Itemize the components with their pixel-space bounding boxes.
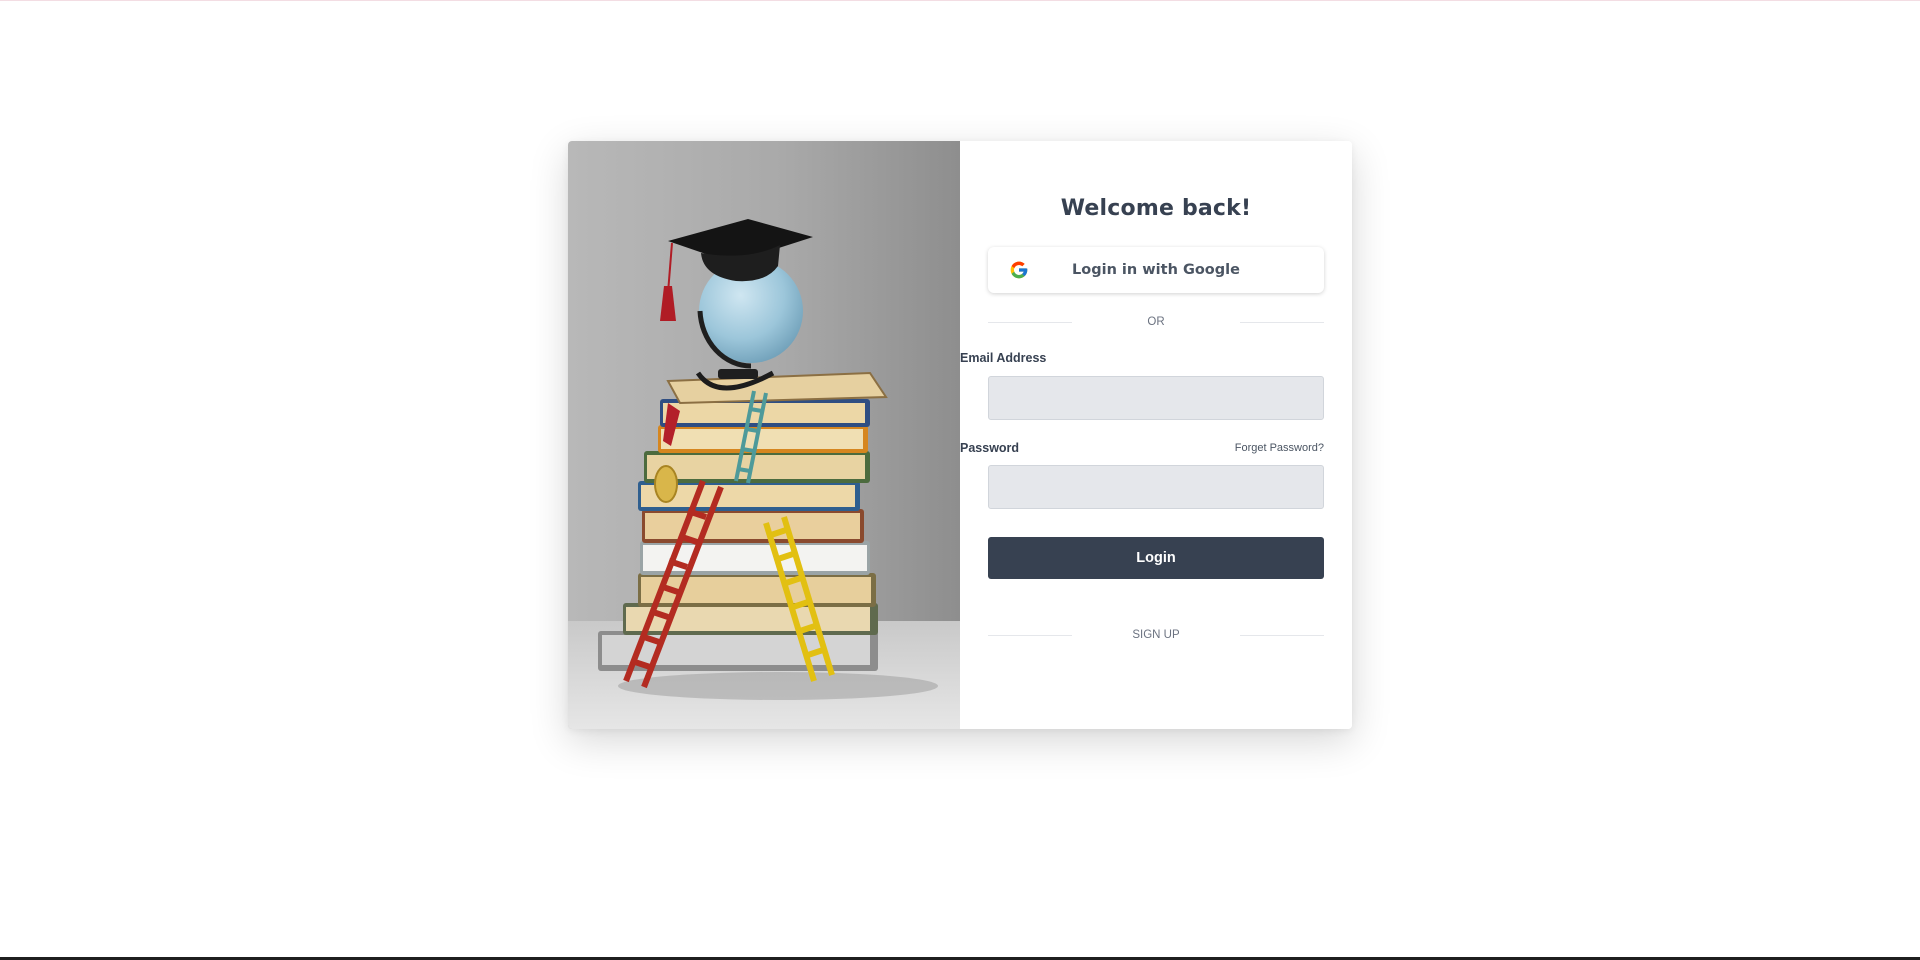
signup-row: SIGN UP — [988, 627, 1324, 643]
email-field[interactable] — [988, 376, 1324, 420]
divider-line-right — [1240, 634, 1324, 636]
divider-line-right — [1240, 321, 1324, 323]
login-card: Welcome back! Login in with Google OR Em… — [568, 141, 1352, 729]
google-login-label: Login in with Google — [1072, 262, 1240, 278]
forgot-password-link[interactable]: Forget Password? — [1235, 442, 1324, 454]
top-border — [0, 0, 1920, 1]
divider-line-left — [988, 321, 1072, 323]
google-icon — [1008, 259, 1030, 281]
google-login-button[interactable]: Login in with Google — [988, 247, 1324, 293]
password-label: Password — [960, 441, 1020, 455]
password-field[interactable] — [988, 465, 1324, 509]
divider-line-left — [988, 634, 1072, 636]
login-form: Welcome back! Login in with Google OR Em… — [960, 141, 1352, 729]
signup-link[interactable]: SIGN UP — [1072, 629, 1240, 641]
hero-image — [568, 141, 960, 729]
login-button[interactable]: Login — [988, 537, 1324, 579]
or-divider: OR — [988, 314, 1324, 330]
page-title: Welcome back! — [1060, 196, 1252, 221]
or-label: OR — [1147, 316, 1165, 328]
books-illustration — [568, 219, 960, 729]
email-label: Email Address — [960, 351, 1047, 365]
